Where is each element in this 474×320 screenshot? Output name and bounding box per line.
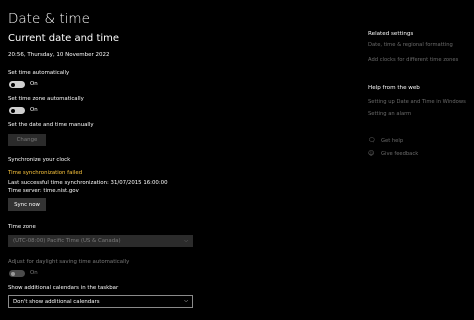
link-setting-alarm[interactable]: Setting an alarm: [368, 111, 411, 117]
timezone-dropdown[interactable]: (UTC-08:00) Pacific Time (US & Canada) ⌵: [8, 235, 193, 247]
chevron-down-icon: ⌵: [184, 238, 188, 244]
toggle-knob: [11, 271, 15, 276]
help-web-heading: Help from the web: [368, 85, 420, 91]
dst-toggle[interactable]: [9, 270, 25, 277]
manual-datetime-label: Set the date and time manually: [8, 122, 94, 128]
sync-now-button[interactable]: Sync now: [8, 198, 46, 211]
page-title: Date & time: [8, 11, 90, 27]
set-time-auto-label: Set time automatically: [8, 70, 70, 76]
calendars-value: Don't show additional calendars: [13, 298, 100, 305]
link-add-clocks[interactable]: Add clocks for different time zones: [368, 57, 458, 63]
time-server-text: Time server: time.nist.gov: [8, 188, 79, 194]
related-settings-heading: Related settings: [368, 31, 414, 37]
toggle-knob: [11, 82, 15, 87]
get-help-link[interactable]: Get help: [381, 138, 403, 144]
chevron-down-icon: ⌵: [184, 298, 188, 304]
calendars-label: Show additional calendars in the taskbar: [8, 285, 119, 291]
dst-state: On: [30, 270, 38, 276]
calendars-dropdown[interactable]: Don't show additional calendars ⌵: [8, 295, 193, 308]
link-date-time-regional[interactable]: Date, time & regional formatting: [368, 42, 453, 48]
set-timezone-auto-label: Set time zone automatically: [8, 96, 84, 102]
dst-label: Adjust for daylight saving time automati…: [8, 259, 130, 265]
give-feedback-link[interactable]: Give feedback: [381, 151, 418, 157]
link-setting-up-date-time[interactable]: Setting up Date and Time in Windows: [368, 99, 466, 105]
set-time-auto-toggle[interactable]: [9, 81, 25, 88]
toggle-knob: [11, 108, 15, 113]
set-timezone-auto-state: On: [30, 107, 38, 113]
timezone-value: (UTC-08:00) Pacific Time (US & Canada): [13, 238, 121, 244]
help-chat-icon: 🗨: [368, 137, 376, 144]
set-time-auto-state: On: [30, 81, 38, 87]
timezone-label: Time zone: [8, 224, 36, 230]
last-sync-text: Last successful time synchronization: 31…: [8, 180, 168, 186]
current-datetime: 20:56, Thursday, 10 November 2022: [8, 52, 110, 58]
sync-heading: Synchronize your clock: [8, 157, 71, 163]
change-button[interactable]: Change: [8, 134, 46, 146]
section-heading-current: Current date and time: [8, 33, 120, 44]
feedback-icon: ☺: [368, 150, 375, 157]
sync-status: Time synchronization failed: [8, 170, 83, 176]
set-timezone-auto-toggle[interactable]: [9, 107, 25, 114]
